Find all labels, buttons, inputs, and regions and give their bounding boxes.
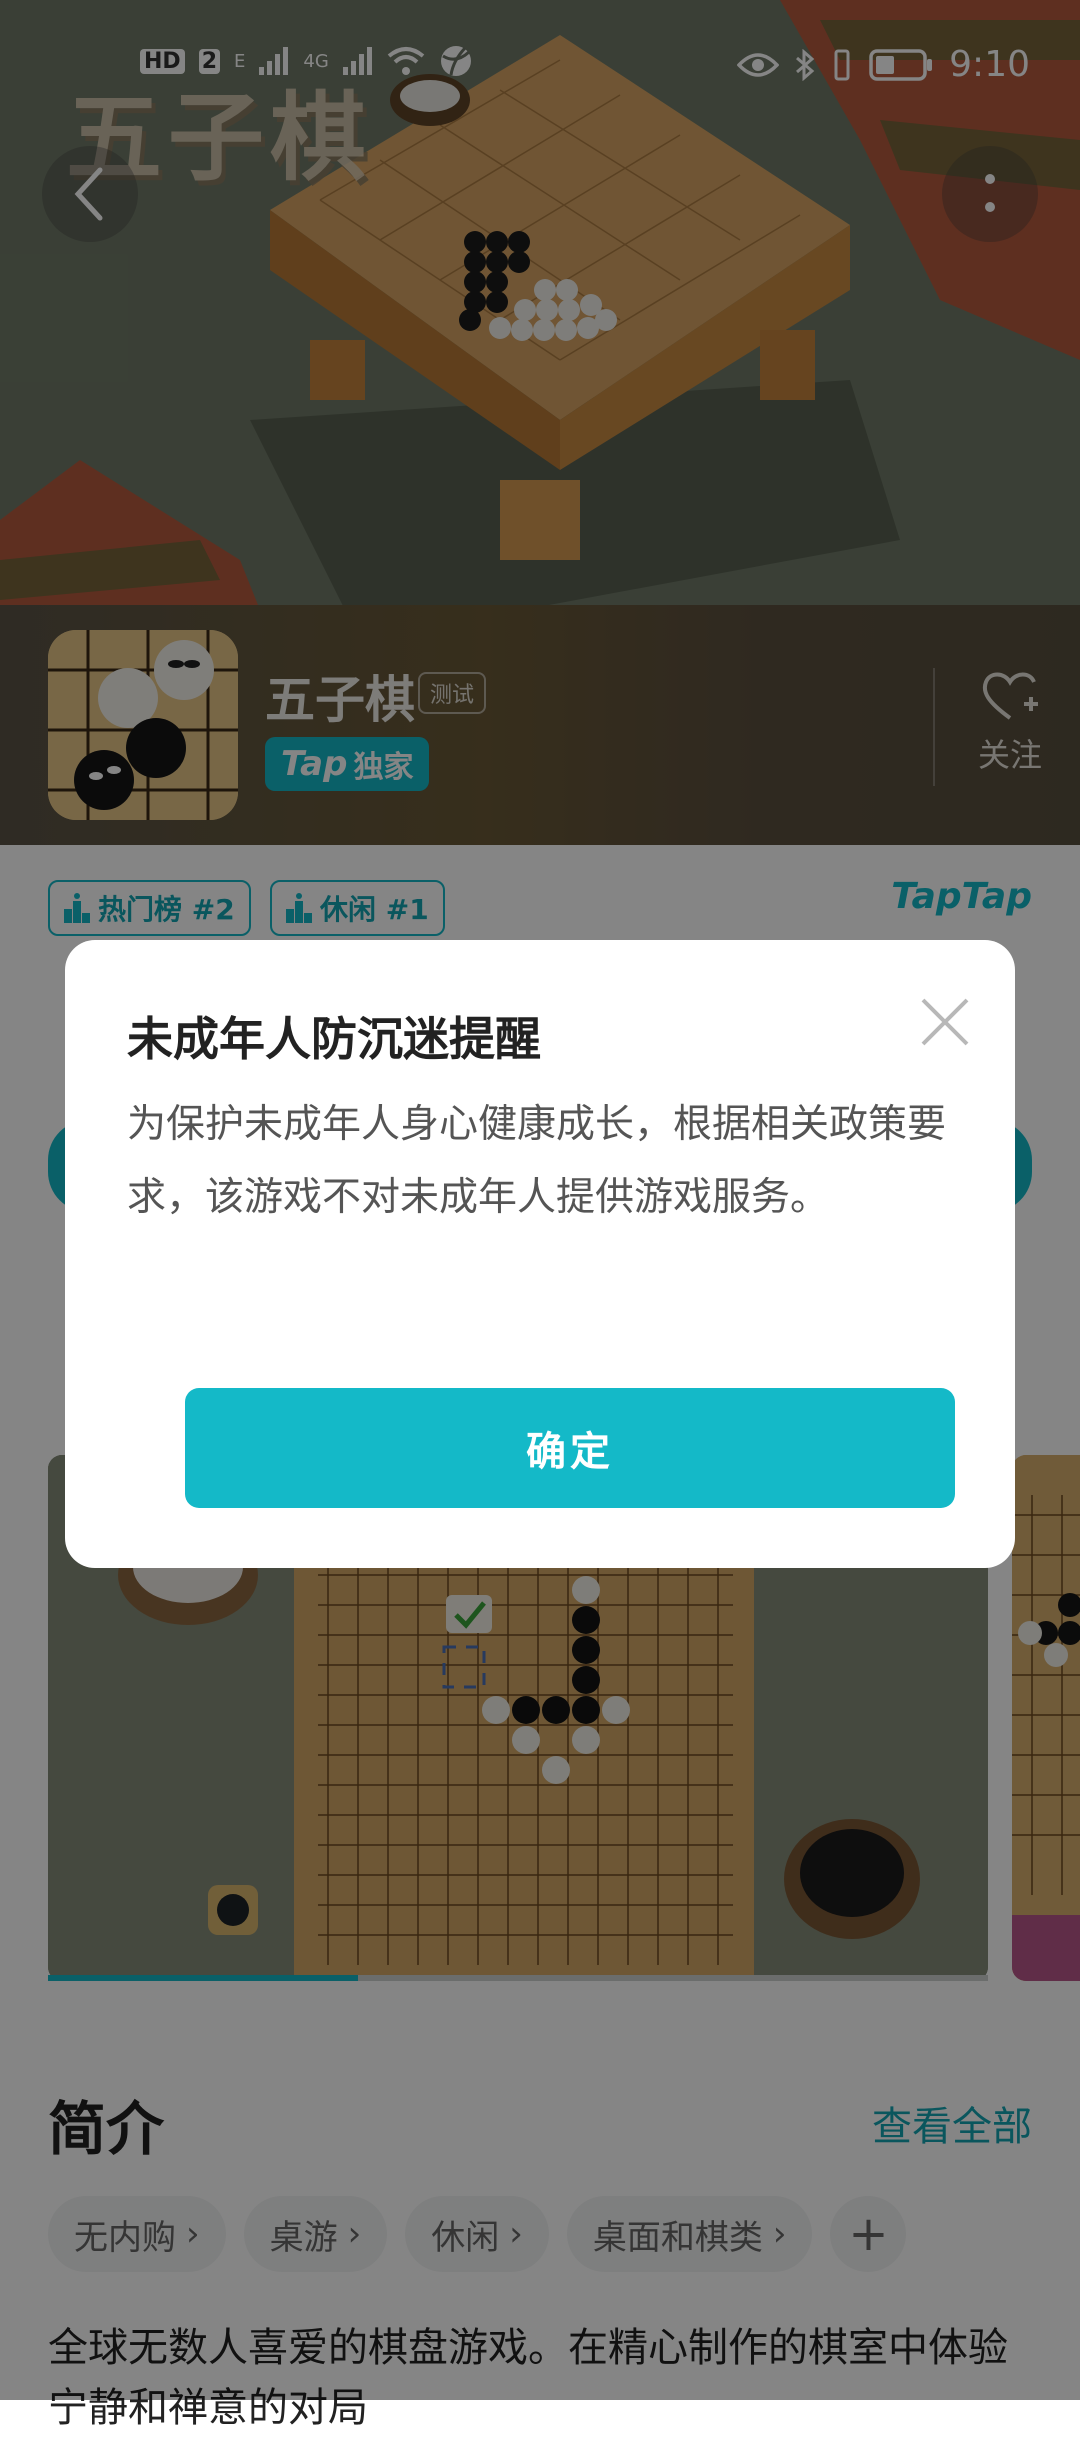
close-button[interactable] <box>915 992 975 1052</box>
confirm-button[interactable]: 确定 <box>185 1388 955 1508</box>
anti-addiction-dialog: 未成年人防沉迷提醒 为保护未成年人身心健康成长，根据相关政策要求，该游戏不对未成… <box>65 940 1015 1568</box>
dialog-message: 为保护未成年人身心健康成长，根据相关政策要求，该游戏不对未成年人提供游戏服务。 <box>127 1102 947 1220</box>
dialog-title: 未成年人防沉迷提醒 <box>127 1012 541 1066</box>
close-icon <box>921 998 969 1046</box>
